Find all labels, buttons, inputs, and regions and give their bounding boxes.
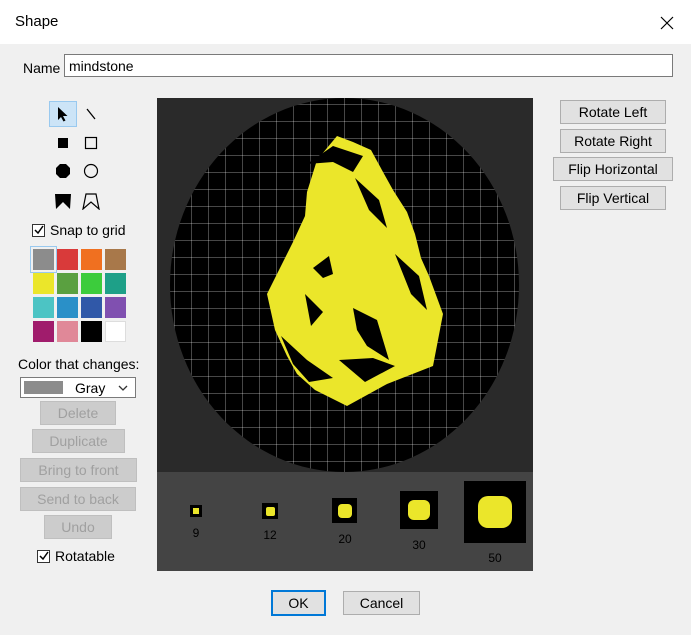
rotate-right-button[interactable]: Rotate Right: [560, 129, 666, 153]
name-input[interactable]: mindstone: [64, 54, 673, 77]
send-to-back-button[interactable]: Send to back: [20, 487, 136, 511]
selected-color-swatch: [24, 381, 63, 394]
color-changes-select[interactable]: Gray: [20, 377, 136, 398]
snap-to-grid-checkbox[interactable]: Snap to grid: [32, 222, 126, 238]
shape-canvas[interactable]: [157, 98, 533, 472]
close-icon[interactable]: [652, 10, 682, 36]
preview-20: [332, 498, 357, 523]
mindstone-shape: [267, 136, 443, 406]
duplicate-button[interactable]: Duplicate: [32, 429, 125, 453]
delete-button[interactable]: Delete: [40, 401, 116, 425]
preview-50: [464, 481, 526, 543]
rotate-left-button[interactable]: Rotate Left: [560, 100, 666, 124]
preview-label: 30: [412, 538, 426, 552]
filled-polygon-tool-icon[interactable]: [49, 188, 77, 214]
line-tool-icon[interactable]: [77, 101, 105, 127]
color-swatch[interactable]: [81, 297, 102, 318]
color-swatch[interactable]: [105, 321, 126, 342]
ok-button[interactable]: OK: [271, 590, 326, 616]
preview-9: [190, 505, 202, 517]
preview-12: [262, 503, 278, 519]
color-swatch[interactable]: [30, 246, 57, 273]
title-bar: Shape: [0, 0, 691, 44]
color-swatch[interactable]: [105, 297, 126, 318]
select-tool-icon[interactable]: [49, 101, 77, 127]
cancel-button[interactable]: Cancel: [343, 591, 420, 615]
rotatable-label: Rotatable: [55, 548, 115, 564]
filled-ellipse-tool-icon[interactable]: [49, 158, 77, 184]
snap-to-grid-label: Snap to grid: [50, 222, 126, 238]
color-swatch[interactable]: [57, 249, 78, 270]
bring-to-front-button[interactable]: Bring to front: [20, 458, 137, 482]
preview-30: [400, 491, 438, 529]
name-label: Name: [23, 60, 61, 76]
color-swatch[interactable]: [33, 297, 54, 318]
filled-rect-tool-icon[interactable]: [49, 130, 77, 156]
undo-button[interactable]: Undo: [44, 515, 112, 539]
window-title: Shape: [15, 13, 59, 30]
selected-color-label: Gray: [75, 380, 106, 396]
flip-vertical-button[interactable]: Flip Vertical: [560, 186, 666, 210]
rect-tool-icon[interactable]: [77, 130, 105, 156]
preview-label: 12: [263, 528, 277, 542]
color-swatch[interactable]: [81, 321, 102, 342]
checkmark-icon: [32, 223, 45, 237]
checkmark-icon: [37, 549, 50, 563]
color-swatch[interactable]: [57, 321, 78, 342]
ellipse-tool-icon[interactable]: [77, 158, 105, 184]
preview-label: 20: [338, 532, 352, 546]
size-previews: 9 12 20 30 50: [157, 472, 533, 571]
color-swatch[interactable]: [81, 273, 102, 294]
polygon-tool-icon[interactable]: [77, 188, 105, 214]
color-swatch[interactable]: [33, 273, 54, 294]
flip-horizontal-button[interactable]: Flip Horizontal: [553, 157, 673, 181]
color-swatch[interactable]: [57, 297, 78, 318]
color-that-changes-label: Color that changes:: [18, 356, 140, 372]
chevron-down-icon: [117, 381, 129, 397]
color-swatch[interactable]: [81, 249, 102, 270]
color-swatch[interactable]: [33, 321, 54, 342]
preview-label: 9: [192, 526, 200, 540]
color-swatch[interactable]: [105, 249, 126, 270]
rotatable-checkbox[interactable]: Rotatable: [37, 548, 115, 564]
dialog-body: Name mindstone Snap to grid Color that c…: [0, 44, 691, 635]
color-swatch[interactable]: [57, 273, 78, 294]
preview-label: 50: [488, 551, 502, 565]
color-swatch[interactable]: [105, 273, 126, 294]
